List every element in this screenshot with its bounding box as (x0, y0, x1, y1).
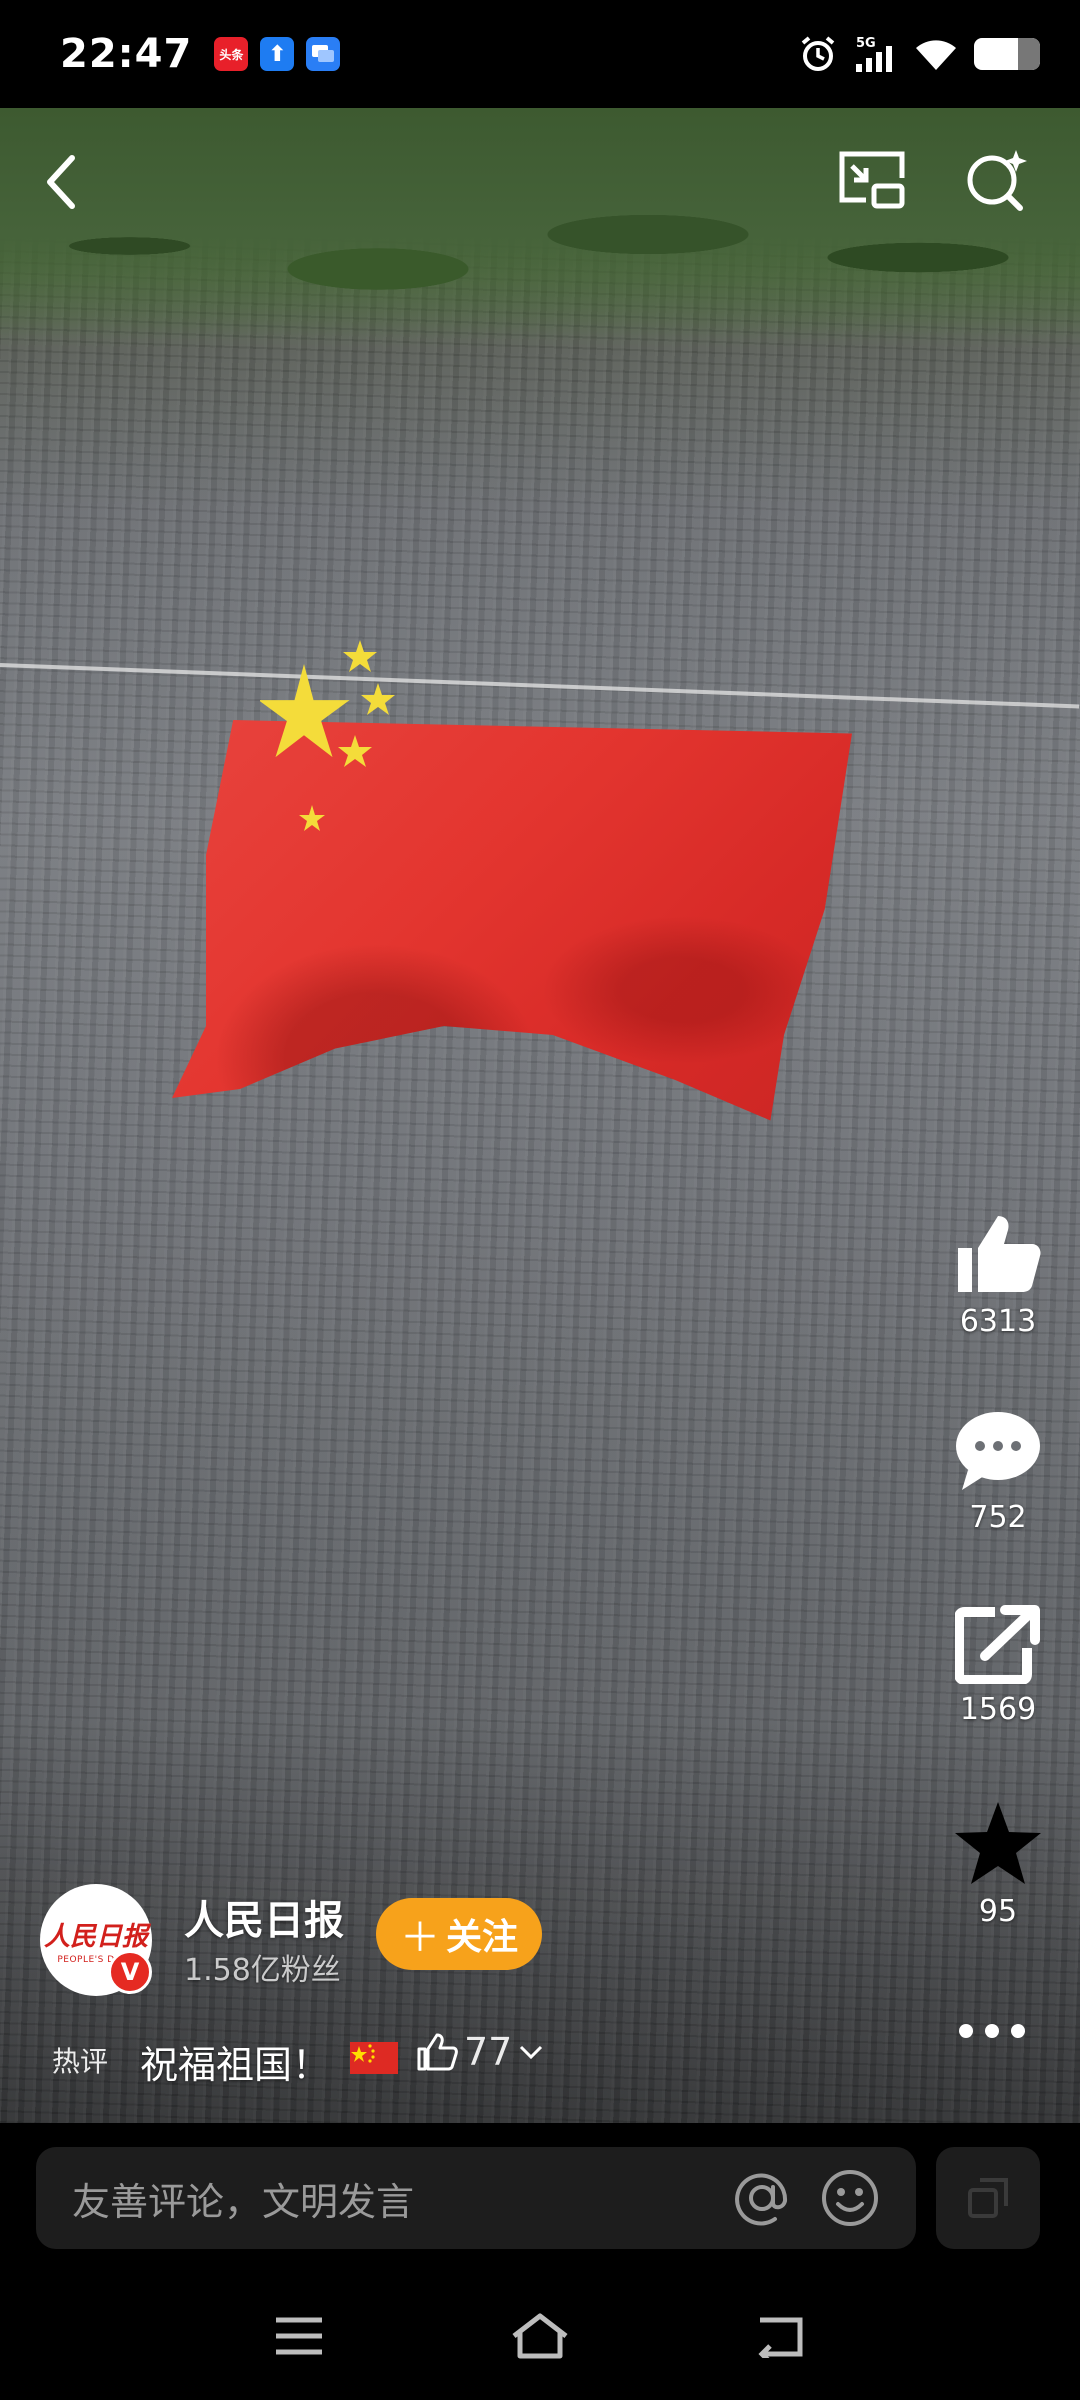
follow-button[interactable]: ＋ 关注 (376, 1898, 542, 1970)
search-icon (967, 150, 1027, 211)
picture-in-picture-icon (839, 151, 905, 209)
emoji-button[interactable] (820, 2168, 880, 2228)
share-count: 1569 (959, 1692, 1037, 1727)
hot-comment-like-button[interactable]: 77 (416, 2030, 544, 2074)
favorite-button[interactable]: 95 (938, 1800, 1058, 1929)
home-icon (512, 2313, 568, 2359)
thumbs-up-icon (958, 1216, 1041, 1292)
status-bar: 22:47 头条 ⬆ 5G (0, 0, 1080, 108)
flag-stars (260, 640, 395, 831)
system-back-button[interactable] (740, 2306, 820, 2366)
comment-input[interactable]: 友善评论，文明发言 (36, 2147, 916, 2249)
notification-icons: 头条 ⬆ (214, 37, 341, 71)
comment-button[interactable]: 752 (938, 1408, 1058, 1535)
expand-comment-button[interactable] (936, 2147, 1040, 2249)
comment-placeholder: 友善评论，文明发言 (72, 2179, 415, 2224)
emoji-icon (822, 2170, 878, 2226)
menu-icon (276, 2317, 322, 2355)
home-button[interactable] (500, 2306, 580, 2366)
message-icon (306, 37, 341, 71)
at-icon (735, 2173, 788, 2226)
avatar-logo-text: 人民日报 (43, 1921, 148, 1952)
expand-icon (968, 2178, 1008, 2218)
share-icon (955, 1605, 1040, 1684)
status-indicators: 5G (798, 34, 1040, 74)
like-button[interactable]: 6313 (938, 1212, 1058, 1339)
hot-comment-likes: 77 (464, 2030, 513, 2074)
star-icon (955, 1802, 1041, 1884)
china-flag-emoji-icon (350, 2042, 398, 2074)
comment-count: 752 (969, 1500, 1027, 1535)
hot-comment-text[interactable]: 祝福祖国！ (140, 2034, 330, 2089)
return-icon (758, 2317, 803, 2358)
comment-icon (956, 1412, 1040, 1490)
more-dots-icon (959, 2024, 1025, 2038)
cliff-vegetation (0, 108, 1080, 338)
cliff-background (0, 108, 1080, 2123)
picture-in-picture-button[interactable] (832, 140, 912, 220)
status-time: 22:47 (60, 31, 193, 77)
back-icon (47, 155, 75, 209)
favorite-count: 95 (978, 1894, 1018, 1929)
video-player[interactable] (0, 108, 1080, 2123)
plus-icon: ＋ (399, 1915, 440, 1961)
alarm-icon (801, 36, 835, 71)
author-name[interactable]: 人民日报 (184, 1888, 344, 1946)
back-button[interactable] (22, 142, 102, 222)
upload-icon: ⬆ (260, 37, 295, 71)
recent-apps-button[interactable] (259, 2306, 339, 2366)
search-button[interactable] (956, 140, 1036, 220)
hot-comment-label: 热评 (52, 2045, 109, 2078)
wifi-icon (916, 40, 956, 70)
author-fans-count: 1.58亿粉丝 (184, 1953, 341, 1988)
chevron-down-icon (520, 2045, 543, 2060)
verified-badge: V (108, 1950, 152, 1994)
toutiao-icon: 头条 (214, 37, 249, 71)
like-count: 6313 (959, 1304, 1037, 1339)
svg-text:5G: 5G (856, 36, 876, 51)
signal-5g-icon: 5G (856, 36, 892, 72)
battery-icon (974, 38, 1040, 70)
more-button[interactable] (952, 2008, 1032, 2054)
mention-button[interactable] (732, 2168, 792, 2228)
follow-label: 关注 (445, 1917, 518, 1958)
share-button[interactable]: 1569 (938, 1604, 1058, 1727)
thumbs-up-outline-icon (417, 2033, 458, 2071)
